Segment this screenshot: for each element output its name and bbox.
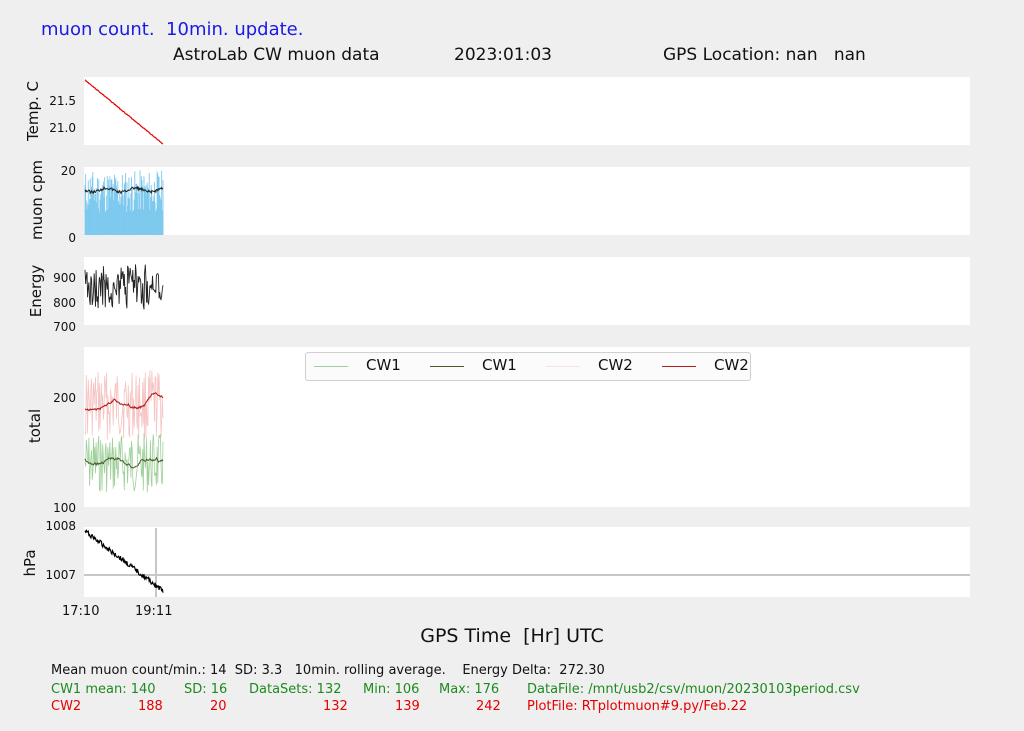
- cw1-max: Max: 176: [439, 682, 500, 697]
- legend-swatch: [314, 366, 348, 367]
- legend-label: CW1: [482, 356, 517, 374]
- legend: CW1 CW1 CW2 CW2: [305, 352, 751, 381]
- energy-series: [84, 264, 164, 310]
- cw1-mean: CW1 mean: 140: [51, 682, 156, 697]
- muon-series: [84, 170, 164, 235]
- cw1-min: Min: 106: [363, 682, 420, 697]
- stats-summary: Mean muon count/min.: 14 SD: 3.3 10min. …: [51, 663, 605, 678]
- cw2-sd: 20: [210, 699, 227, 714]
- pressure-series: [84, 528, 970, 597]
- total-series: [84, 370, 164, 493]
- cw2-datasets: 132: [323, 699, 348, 714]
- legend-label: CW2: [598, 356, 633, 374]
- legend-swatch: [430, 366, 464, 367]
- temp-series: [84, 79, 164, 145]
- cw2-min: 139: [395, 699, 420, 714]
- energy-line: [84, 264, 164, 310]
- cw1-datasets: DataSets: 132: [249, 682, 342, 697]
- data-file: DataFile: /mnt/usb2/csv/muon/20230103per…: [527, 682, 860, 697]
- cw2-mean: 188: [138, 699, 163, 714]
- temp-line: [84, 79, 164, 145]
- legend-swatch: [662, 366, 696, 367]
- cw2-label: CW2: [51, 699, 82, 714]
- cw1-sd: SD: 16: [184, 682, 228, 697]
- cw2-max: 242: [476, 699, 501, 714]
- pressure-line: [84, 528, 164, 593]
- plot-file: PlotFile: RTplotmuon#9.py/Feb.22: [527, 699, 748, 714]
- legend-label: CW1: [366, 356, 401, 374]
- legend-swatch: [546, 366, 580, 367]
- legend-label: CW2: [714, 356, 749, 374]
